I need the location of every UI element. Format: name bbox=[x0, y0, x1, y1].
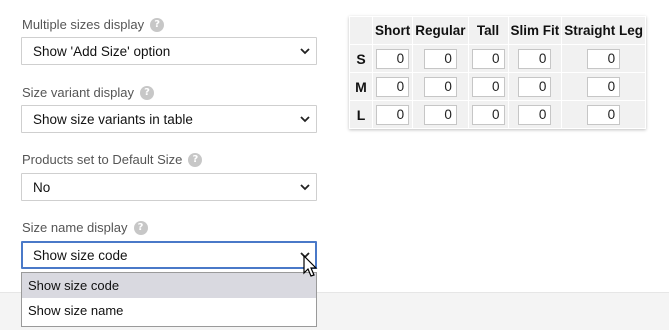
table-cell: 0 bbox=[561, 44, 647, 73]
size-name-display-label-text: Size name display bbox=[22, 220, 128, 235]
size-name-display-select[interactable]: Show size code bbox=[21, 241, 317, 269]
default-size-value: No bbox=[33, 179, 51, 195]
chevron-down-icon bbox=[300, 116, 310, 123]
table-cell: 0 bbox=[507, 100, 563, 129]
quantity-input[interactable]: 0 bbox=[471, 76, 505, 97]
dropdown-option[interactable]: Show size code bbox=[22, 273, 316, 298]
multiple-sizes-display-select[interactable]: Show 'Add Size' option bbox=[21, 37, 317, 65]
multiple-sizes-display-value: Show 'Add Size' option bbox=[33, 43, 171, 59]
table-cell: 0 bbox=[561, 100, 647, 129]
table-cell: 0 bbox=[371, 100, 414, 129]
size-name-display-dropdown: Show size code Show size name bbox=[21, 272, 317, 327]
quantity-input[interactable]: 0 bbox=[423, 48, 457, 69]
table-cell: 0 bbox=[412, 44, 469, 73]
help-icon[interactable]: ? bbox=[133, 220, 148, 235]
table-row: L 0 0 0 0 0 bbox=[349, 100, 647, 129]
multiple-sizes-display-label: Multiple sizes display ? bbox=[22, 17, 165, 32]
table-cell: 0 bbox=[371, 72, 414, 101]
table-row: M 0 0 0 0 0 bbox=[349, 72, 647, 101]
quantity-input[interactable]: 0 bbox=[471, 104, 505, 125]
help-icon[interactable]: ? bbox=[188, 152, 203, 167]
row-header: M bbox=[349, 72, 373, 101]
column-header: Short bbox=[371, 16, 414, 45]
table-cell: 0 bbox=[412, 72, 469, 101]
table-cell: 0 bbox=[561, 72, 647, 101]
default-size-label-text: Products set to Default Size bbox=[22, 152, 183, 167]
table-cell: 0 bbox=[412, 100, 469, 129]
quantity-input[interactable]: 0 bbox=[423, 76, 457, 97]
chevron-down-icon bbox=[300, 184, 310, 191]
quantity-input[interactable]: 0 bbox=[518, 48, 552, 69]
chevron-down-icon bbox=[300, 48, 310, 55]
dropdown-option[interactable]: Show size name bbox=[22, 298, 316, 323]
mouse-pointer-icon bbox=[303, 255, 318, 277]
table-header-row: Short Regular Tall Slim Fit Straight Leg bbox=[349, 16, 647, 45]
size-variant-display-value: Show size variants in table bbox=[33, 111, 193, 127]
table-cell: 0 bbox=[371, 44, 414, 73]
quantity-input[interactable]: 0 bbox=[376, 48, 410, 69]
quantity-input[interactable]: 0 bbox=[471, 48, 505, 69]
size-variant-display-label: Size variant display ? bbox=[22, 85, 154, 100]
quantity-input[interactable]: 0 bbox=[587, 104, 621, 125]
row-header: S bbox=[349, 44, 373, 73]
column-header: Tall bbox=[467, 16, 509, 45]
default-size-select[interactable]: No bbox=[21, 173, 317, 201]
column-header: Slim Fit bbox=[507, 16, 563, 45]
table-row: S 0 0 0 0 0 bbox=[349, 44, 647, 73]
size-name-display-value: Show size code bbox=[33, 247, 128, 263]
table-cell: 0 bbox=[507, 44, 563, 73]
size-name-display-label: Size name display ? bbox=[22, 220, 148, 235]
table-cell: 0 bbox=[467, 100, 509, 129]
size-variant-display-select[interactable]: Show size variants in table bbox=[21, 105, 317, 133]
quantity-input[interactable]: 0 bbox=[587, 76, 621, 97]
quantity-input[interactable]: 0 bbox=[376, 76, 410, 97]
default-size-label: Products set to Default Size ? bbox=[22, 152, 203, 167]
table-cell: 0 bbox=[467, 72, 509, 101]
quantity-input[interactable]: 0 bbox=[423, 104, 457, 125]
quantity-input[interactable]: 0 bbox=[518, 76, 552, 97]
quantity-input[interactable]: 0 bbox=[518, 104, 552, 125]
help-icon[interactable]: ? bbox=[150, 17, 165, 32]
quantity-input[interactable]: 0 bbox=[376, 104, 410, 125]
table-cell: 0 bbox=[507, 72, 563, 101]
size-variant-display-label-text: Size variant display bbox=[22, 85, 134, 100]
corner-cell bbox=[349, 16, 373, 45]
table-cell: 0 bbox=[467, 44, 509, 73]
column-header: Straight Leg bbox=[561, 16, 647, 45]
quantity-input[interactable]: 0 bbox=[587, 48, 621, 69]
multiple-sizes-display-label-text: Multiple sizes display bbox=[22, 17, 145, 32]
size-matrix-table: Short Regular Tall Slim Fit Straight Leg… bbox=[349, 16, 647, 129]
column-header: Regular bbox=[412, 16, 469, 45]
help-icon[interactable]: ? bbox=[140, 85, 154, 100]
row-header: L bbox=[349, 100, 373, 129]
